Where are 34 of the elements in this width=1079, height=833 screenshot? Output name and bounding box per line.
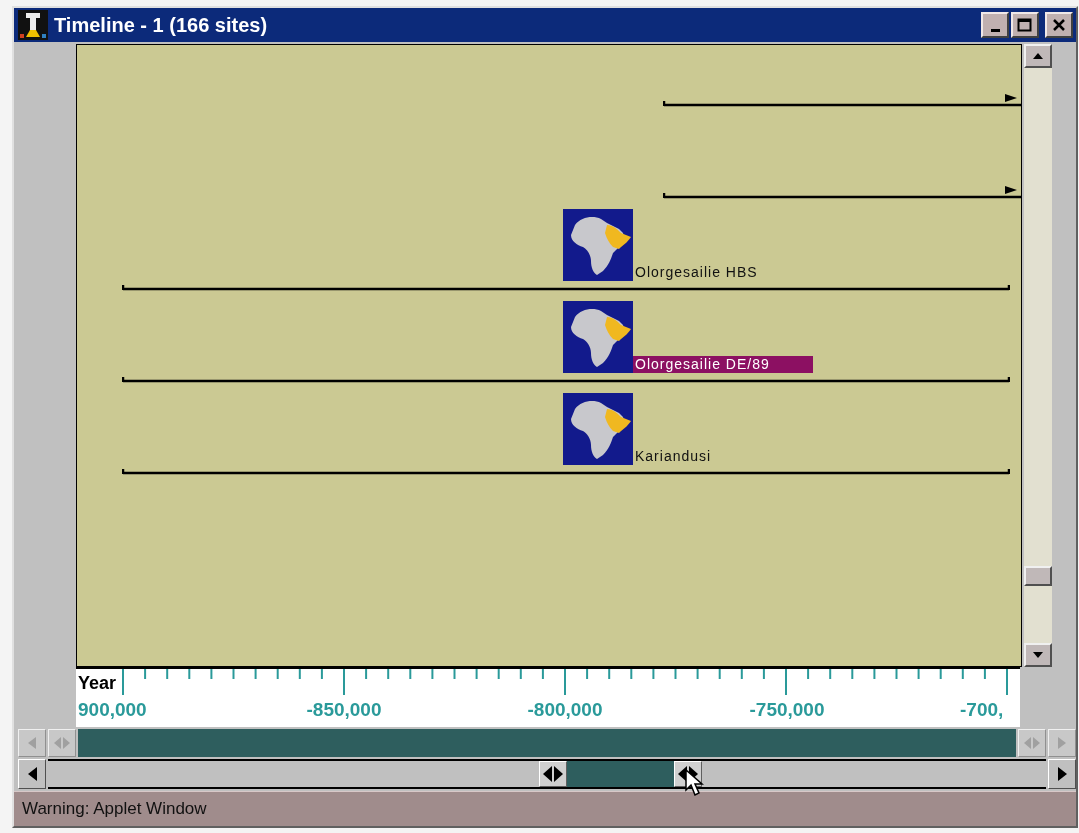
tick-label: 900,000 [78, 699, 147, 721]
range-handle[interactable] [1018, 729, 1046, 757]
window-title: Timeline - 1 (166 sites) [54, 13, 268, 37]
scroll-up-button[interactable] [1024, 44, 1052, 68]
tick-label: -750,000 [749, 699, 825, 721]
close-icon [1052, 18, 1066, 32]
down-arrow-icon [1033, 652, 1043, 658]
africa-map-icon [563, 301, 633, 373]
up-arrow-icon [1033, 53, 1043, 59]
right-arrow-icon [1058, 737, 1066, 749]
minimize-button[interactable] [981, 12, 1009, 38]
vertical-scrollbar[interactable] [1024, 44, 1052, 667]
mouse-cursor-icon [685, 769, 705, 797]
maximize-icon [1017, 18, 1033, 32]
left-arrow-icon [28, 737, 36, 749]
tick-label: -700, [960, 699, 1004, 721]
app-icon [18, 10, 48, 40]
status-text: Warning: Applet Window [22, 799, 207, 819]
scroll-down-button[interactable] [1024, 643, 1052, 667]
africa-map-icon [563, 209, 633, 281]
axis-title: Year [78, 673, 117, 694]
right-arrow-icon [1057, 767, 1067, 781]
site-label[interactable]: Kariandusi [633, 448, 714, 465]
minimize-icon [990, 28, 1000, 32]
site-label[interactable]: Olorgesailie HBS [633, 264, 760, 281]
close-button[interactable] [1045, 12, 1073, 38]
left-arrow-icon [27, 767, 37, 781]
site-label[interactable]: Olorgesailie DE/89 [633, 356, 813, 373]
scroll-thumb[interactable] [1024, 566, 1052, 586]
range-handle[interactable] [48, 729, 76, 757]
maximize-button[interactable] [1011, 12, 1039, 38]
tick-label: -850,000 [306, 699, 382, 721]
tick-label: -800,000 [527, 699, 603, 721]
africa-map-icon [563, 393, 633, 465]
